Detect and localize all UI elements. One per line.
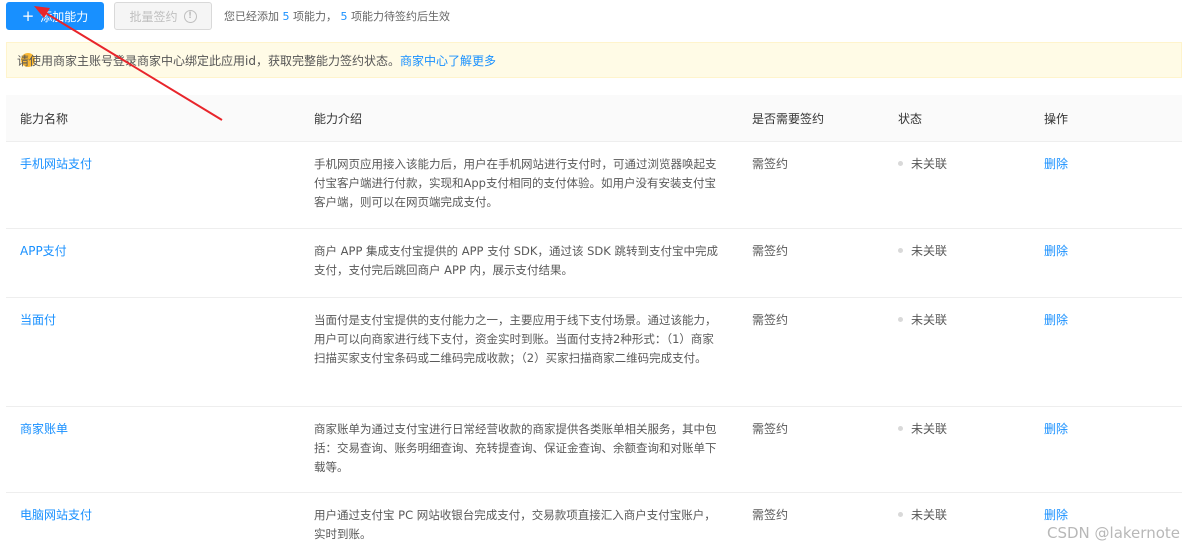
capability-desc: 用户通过支付宝 PC 网站收银台完成支付，交易款项直接汇入商户支付宝账户，实时到… [314, 508, 716, 541]
capability-desc: 当面付是支付宝提供的支付能力之一，主要应用于线下支付场景。通过该能力，用户可以向… [314, 313, 717, 365]
header-name: 能力名称 [20, 111, 69, 126]
notice-text: 请使用商家主账号登录商家中心绑定此应用id，获取完整能力签约状态。 [17, 53, 400, 68]
capability-name-link[interactable]: 当面付 [6, 311, 300, 328]
status-cell: 未关联 [884, 420, 1030, 437]
sign-required: 需签约 [752, 313, 789, 327]
status-text: 未关联 [911, 313, 948, 327]
status-text: 未关联 [911, 244, 948, 258]
header-sign: 是否需要签约 [752, 111, 825, 126]
table-row: 电脑网站支付 用户通过支付宝 PC 网站收银台完成支付，交易款项直接汇入商户支付… [6, 493, 1182, 552]
status-cell: 未关联 [884, 311, 1030, 328]
table-row: APP支付 商户 APP 集成支付宝提供的 APP 支付 SDK，通过该 SDK… [6, 229, 1182, 298]
capability-desc: 手机网页应用接入该能力后，用户在手机网站进行支付时，可通过浏览器唤起支付宝客户端… [314, 157, 717, 209]
header-status: 状态 [898, 111, 923, 126]
delete-link[interactable]: 删除 [1030, 506, 1068, 523]
add-capability-button[interactable]: + 添加能力 [6, 2, 104, 30]
toolbar: + 添加能力 批量签约 ! 您已经添加 5 项能力， 5 项能力待签约后生效 [6, 2, 450, 30]
table-row: 商家账单 商家账单为通过支付宝进行日常经营收款的商家提供各类账单相关服务，其中包… [6, 407, 1182, 493]
status-dot-icon [898, 426, 903, 431]
header-op: 操作 [1044, 111, 1069, 126]
merchant-center-link[interactable]: 商家中心 [400, 52, 448, 69]
status-cell: 未关联 [884, 242, 1030, 259]
sign-required: 需签约 [752, 422, 789, 436]
status-text: 未关联 [911, 422, 948, 436]
status-cell: 未关联 [884, 506, 1030, 523]
sign-required: 需签约 [752, 244, 789, 258]
summary-mid: 项能力， [293, 10, 337, 23]
capability-name-link[interactable]: 手机网站支付 [6, 155, 300, 172]
capability-name-link[interactable]: APP支付 [6, 242, 300, 259]
status-cell: 未关联 [884, 155, 1030, 172]
sign-required: 需签约 [752, 508, 789, 522]
delete-link[interactable]: 删除 [1030, 242, 1068, 259]
notice-banner: 请使用商家主账号登录商家中心绑定此应用id，获取完整能力签约状态。 商家中心 了… [6, 42, 1182, 78]
status-dot-icon [898, 317, 903, 322]
status-text: 未关联 [911, 157, 948, 171]
learn-more-link[interactable]: 了解更多 [448, 52, 496, 69]
header-desc: 能力介绍 [314, 111, 363, 126]
watermark: CSDN @lakernote [1047, 524, 1180, 542]
capability-table: 能力名称 能力介绍 是否需要签约 状态 操作 手机网站支付 手机网页应用接入该能… [6, 95, 1182, 552]
info-icon: ! [183, 9, 197, 23]
capability-summary: 您已经添加 5 项能力， 5 项能力待签约后生效 [224, 8, 450, 24]
batch-sign-button[interactable]: 批量签约 ! [114, 2, 212, 30]
summary-prefix: 您已经添加 [224, 10, 279, 23]
summary-pending-count: 5 [340, 10, 348, 23]
delete-link[interactable]: 删除 [1030, 420, 1068, 437]
capability-name-link[interactable]: 电脑网站支付 [6, 506, 300, 523]
batch-sign-label: 批量签约 [129, 9, 178, 24]
status-text: 未关联 [911, 508, 948, 522]
summary-added-count: 5 [282, 10, 290, 23]
capability-desc: 商户 APP 集成支付宝提供的 APP 支付 SDK，通过该 SDK 跳转到支付… [314, 244, 718, 277]
sign-required: 需签约 [752, 157, 789, 171]
table-row: 手机网站支付 手机网页应用接入该能力后，用户在手机网站进行支付时，可通过浏览器唤… [6, 142, 1182, 229]
delete-link[interactable]: 删除 [1030, 311, 1068, 328]
table-row: 当面付 当面付是支付宝提供的支付能力之一，主要应用于线下支付场景。通过该能力，用… [6, 298, 1182, 407]
status-dot-icon [898, 248, 903, 253]
status-dot-icon [898, 512, 903, 517]
plus-icon: + [21, 6, 35, 25]
table-header: 能力名称 能力介绍 是否需要签约 状态 操作 [6, 95, 1182, 142]
status-dot-icon [898, 161, 903, 166]
capability-name-link[interactable]: 商家账单 [6, 420, 300, 437]
delete-link[interactable]: 删除 [1030, 155, 1068, 172]
summary-suffix: 项能力待签约后生效 [351, 10, 450, 23]
capability-desc: 商家账单为通过支付宝进行日常经营收款的商家提供各类账单相关服务，其中包括：交易查… [314, 422, 717, 474]
add-capability-label: 添加能力 [40, 9, 89, 24]
